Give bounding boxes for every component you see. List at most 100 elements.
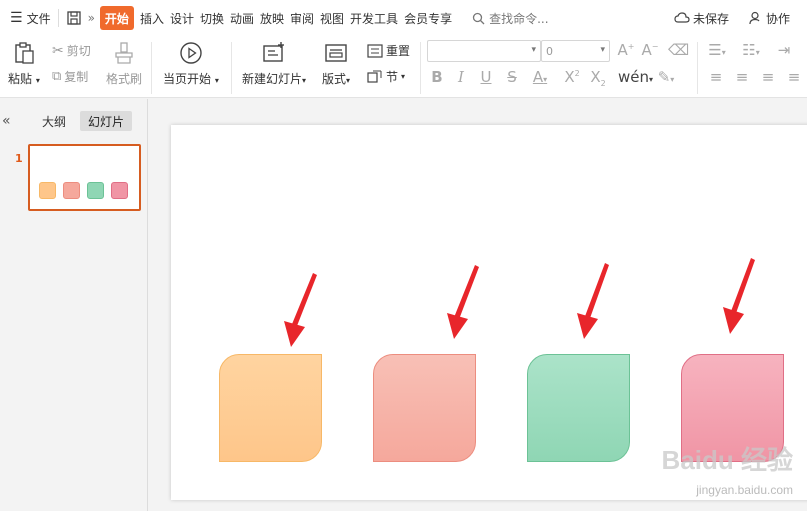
command-search[interactable]: 查找命令... [469,6,551,30]
font-color-icon[interactable]: A▾ [530,68,550,86]
red-arrow [447,265,479,339]
thumbnail-shape [63,182,80,199]
highlight-icon[interactable]: ✎▾ [652,68,680,86]
format-painter-button[interactable]: 格式刷 [106,40,142,87]
chevron-down-icon: ▾ [401,72,406,81]
increase-font-icon[interactable]: A+ [616,41,636,59]
ribbon-separator [420,42,421,94]
tab-transitions[interactable]: 切换 [197,6,227,30]
tab-insert[interactable]: 插入 [137,6,167,30]
chevron-down-icon: ▾ [531,45,536,55]
numbered-list-icon[interactable]: ☷▾ [738,41,764,59]
strikethrough-icon[interactable]: S [502,68,522,86]
ribbon-separator [697,42,698,94]
file-menu-label: 文件 [26,11,51,26]
thumbnail-shape [39,182,56,199]
new-slide-label: 新建幻灯片 [242,72,303,86]
new-slide-icon [261,40,287,66]
layout-button[interactable]: 版式▾ [322,40,350,87]
tab-animations[interactable]: 动画 [227,6,257,30]
underline-icon[interactable]: U [476,68,496,86]
bullet-list-icon[interactable]: ☰▾ [704,41,730,59]
cloud-icon [674,12,690,23]
decrease-font-icon[interactable]: A− [640,41,660,59]
save-icon[interactable] [63,6,85,30]
reset-icon [367,43,383,58]
thumbnail-shape [87,182,104,199]
ribbon-toolbar: 粘贴 ▾ ✂ 剪切 ⧉ 复制 格式刷 当页开始 ▾ 新建幻灯片▾ 版式▾ 重置 … [0,36,807,98]
red-arrow [723,258,755,334]
phonetic-guide-icon[interactable]: wén▾ [618,68,653,86]
tab-slideshow[interactable]: 放映 [257,6,287,30]
red-arrow [284,273,317,347]
bold-icon[interactable]: B [427,68,447,86]
menu-bar: ☰ 文件 » 开始 插入 设计 切换 动画 放映 审阅 视图 开发工具 会员专享… [0,0,807,36]
chevron-down-icon: ▾ [600,45,605,55]
align-center-icon[interactable]: ≡ [732,68,752,86]
collapse-panel-icon[interactable]: « [2,113,11,129]
tab-outline[interactable]: 大纲 [34,111,74,131]
superscript-icon[interactable]: X2 [562,68,582,86]
align-right-icon[interactable]: ≡ [758,68,778,86]
slide-panel: « 大纲 幻灯片 1 [0,99,148,511]
slide-number: 1 [15,152,23,165]
play-label: 当页开始 [163,72,212,86]
watermark-url: jingyan.baidu.com [696,483,793,497]
chevron-down-icon: ▾ [35,76,40,85]
watermark-logo: Baidu 经验 [661,445,793,475]
layout-icon [323,40,349,66]
paste-label: 粘贴 [8,72,33,86]
unsaved-button[interactable]: 未保存 [671,6,732,30]
tab-home[interactable]: 开始 [99,6,134,30]
tab-member[interactable]: 会员专享 [401,6,455,30]
section-label: 节 [386,70,399,84]
tab-slides[interactable]: 幻灯片 [80,111,133,131]
font-family-select[interactable]: ▾ [427,40,541,62]
ribbon-separator [151,42,152,94]
play-icon [178,40,204,66]
chevron-down-icon: ▾ [214,76,219,85]
cut-label: 剪切 [66,44,91,58]
hamburger-icon: ☰ [10,10,23,26]
scissors-icon: ✂ [52,42,64,59]
tab-review[interactable]: 审阅 [287,6,317,30]
section-button[interactable]: 节 ▾ [367,68,405,85]
menu-right: 未保存 协作 [671,6,793,30]
format-painter-label: 格式刷 [106,72,143,86]
user-icon [749,11,760,25]
indent-icon[interactable]: ⇥ [774,41,794,59]
chevron-down-icon: ▾ [302,76,307,85]
align-left-icon[interactable]: ≡ [706,68,726,86]
file-menu[interactable]: ☰ 文件 [0,6,54,30]
ribbon-separator [231,42,232,94]
subscript-icon[interactable]: X2 [588,68,608,88]
reset-label: 重置 [386,44,411,58]
unsaved-label: 未保存 [692,11,729,26]
menu-separator [57,9,59,27]
paste-icon [11,40,37,66]
chevron-down-icon: ▾ [346,76,351,85]
justify-icon[interactable]: ≡ [784,68,804,86]
tab-view[interactable]: 视图 [317,6,347,30]
cut-button[interactable]: ✂ 剪切 [52,42,91,59]
layout-label: 版式 [322,72,347,86]
more-tabs-icon[interactable]: » [85,6,98,30]
search-icon [472,12,485,24]
italic-icon[interactable]: I [451,68,471,86]
thumbnail-shape [111,182,128,199]
eraser-icon[interactable]: ⌫ [668,41,689,59]
tab-design[interactable]: 设计 [167,6,197,30]
tab-developer[interactable]: 开发工具 [347,6,401,30]
copy-label: 复制 [64,70,89,84]
paste-button[interactable]: 粘贴 ▾ [8,40,40,87]
reset-button[interactable]: 重置 [367,42,410,59]
font-size-select[interactable]: 0 ▾ [541,40,610,62]
copy-button[interactable]: ⧉ 复制 [52,68,88,85]
font-size-value: 0 [546,44,553,58]
slide-thumbnail[interactable] [28,144,141,211]
collab-button[interactable]: 协作 [746,6,793,30]
play-from-current-button[interactable]: 当页开始 ▾ [163,40,219,87]
collab-label: 协作 [765,11,790,26]
new-slide-button[interactable]: 新建幻灯片▾ [242,40,306,87]
search-placeholder: 查找命令... [489,11,549,26]
